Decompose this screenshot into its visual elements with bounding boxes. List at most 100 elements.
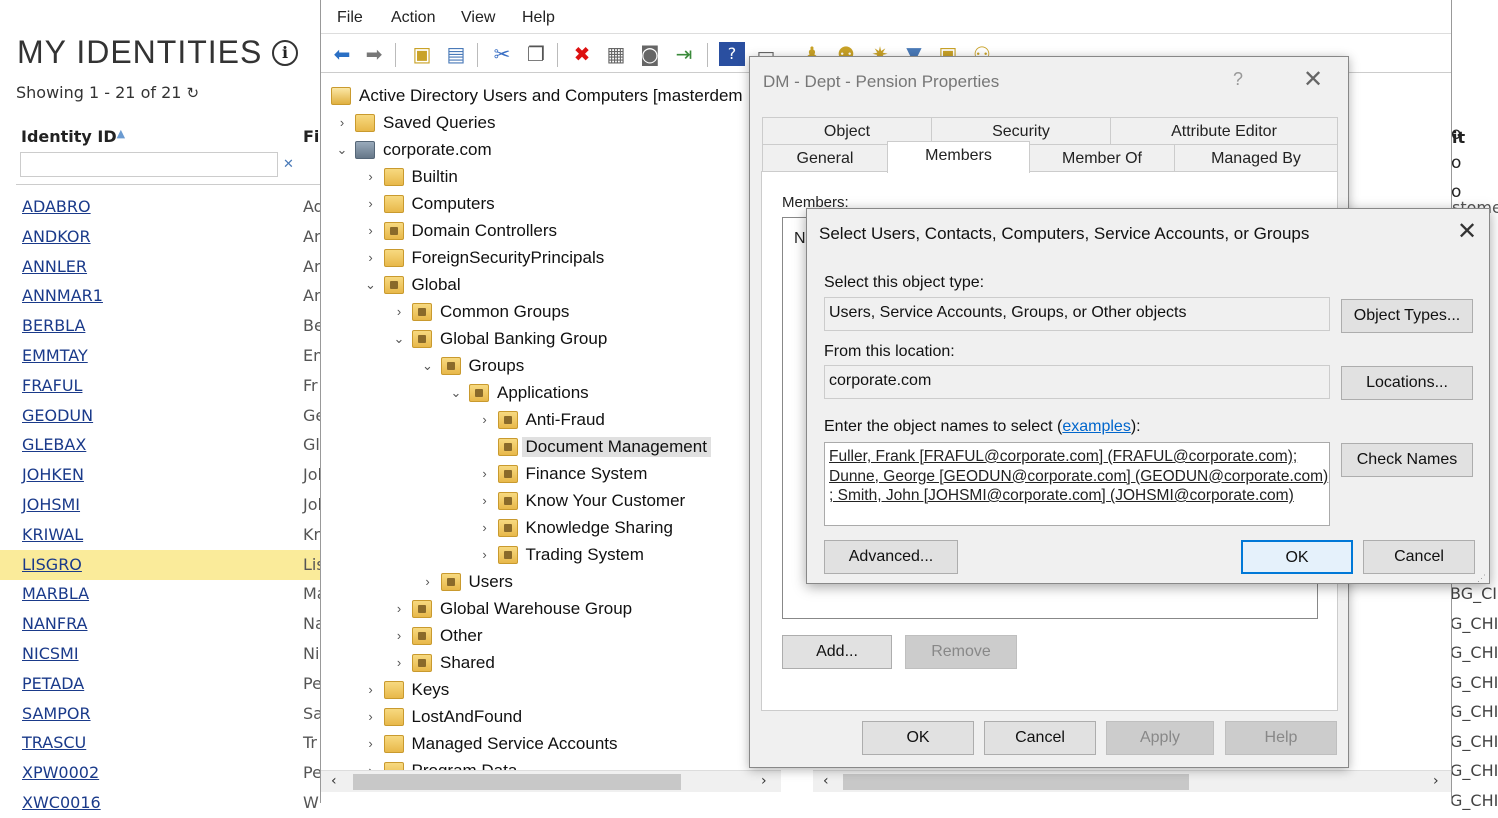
add-button[interactable]: Add... [782,635,892,669]
table-row[interactable]: KRIWAL Kr [0,520,330,550]
scroll-right-icon[interactable]: › [1433,773,1439,789]
chevron-right-icon[interactable]: › [335,115,349,130]
sort-icon[interactable]: ▲ [117,127,125,140]
refresh-icon[interactable]: ◙ [637,42,663,66]
table-row[interactable]: SAMPOR Sa [0,699,330,729]
table-row[interactable]: LISGRO Lis [0,549,330,580]
tab-attribute-editor[interactable]: Attribute Editor [1110,117,1338,145]
chevron-right-icon[interactable]: › [364,250,378,265]
scroll-thumb[interactable] [843,774,1189,790]
identity-id-link[interactable]: ANDKOR [22,227,91,246]
table-row[interactable]: JOHSMI Jol [0,490,330,520]
identity-id-link[interactable]: KRIWAL [22,525,83,544]
table-row[interactable]: ANNMAR1 An [0,281,330,311]
info-icon[interactable]: i [272,40,298,66]
examples-link[interactable]: examples [1062,418,1130,435]
identity-id-link[interactable]: FRAFUL [22,376,82,395]
table-row[interactable]: EMMTAY Em [0,341,330,371]
column-header-identity-id[interactable]: Identity ID▲ [21,127,125,146]
clear-filter-icon[interactable]: ✕ [283,157,294,172]
show-hide-tree-icon[interactable]: ▤ [443,42,469,66]
identity-id-link[interactable]: JOHKEN [22,465,84,484]
help-button[interactable]: Help [1225,721,1337,755]
table-row[interactable]: GEODUN Ge [0,401,330,431]
help-icon[interactable]: ? [719,42,745,66]
remove-button[interactable]: Remove [905,635,1017,669]
chevron-right-icon[interactable]: › [392,628,406,643]
tab-members[interactable]: Members [887,141,1030,173]
chevron-right-icon[interactable]: › [364,169,378,184]
identity-id-link[interactable]: BERBLA [22,316,85,335]
chevron-right-icon[interactable]: › [478,493,492,508]
table-row[interactable]: BERBLA Be [0,311,330,341]
identity-id-link[interactable]: SAMPOR [22,704,91,723]
identity-filter-input[interactable] [20,152,278,177]
table-row[interactable]: NICSMI Ni [0,639,330,669]
identity-id-link[interactable]: NICSMI [22,644,79,663]
chevron-down-icon[interactable]: ⌄ [421,358,435,374]
table-row[interactable]: MARBLA Ma [0,579,330,609]
table-row[interactable]: NANFRA Na [0,609,330,639]
chevron-right-icon[interactable]: › [364,682,378,697]
advanced-button[interactable]: Advanced... [824,540,958,574]
locations-button[interactable]: Locations... [1341,366,1473,400]
scroll-left-icon[interactable]: ‹ [331,773,337,789]
identity-id-link[interactable]: XPW0002 [22,763,99,782]
back-icon[interactable]: ⬅ [329,42,355,66]
chevron-right-icon[interactable]: › [392,601,406,616]
forward-icon[interactable]: ➡ [361,42,387,66]
scroll-thumb[interactable] [353,774,681,790]
tab-managed-by[interactable]: Managed By [1174,144,1338,172]
cut-icon[interactable]: ✂ [489,42,515,66]
copy-icon[interactable]: ❐ [523,42,549,66]
table-row[interactable]: ANDKOR An [0,222,330,252]
table-row[interactable]: XWC0016 W [0,788,330,818]
identity-id-link[interactable]: ANNLER [22,257,87,276]
menu-help[interactable]: Help [522,9,555,27]
details-horizontal-scrollbar[interactable]: ‹ › [813,770,1451,792]
tab-general[interactable]: General [762,144,888,172]
properties-icon[interactable]: ▦ [603,42,629,66]
refresh-icon[interactable]: ↻ [187,84,200,102]
chevron-right-icon[interactable]: › [364,196,378,211]
close-icon[interactable]: ✕ [1457,217,1477,246]
identity-id-link[interactable]: MARBLA [22,584,89,603]
menu-action[interactable]: Action [391,9,435,27]
menu-file[interactable]: File [337,9,363,27]
export-list-icon[interactable]: ⇥ [671,42,697,66]
delete-icon[interactable]: ✖ [569,42,595,66]
chevron-right-icon[interactable]: › [364,736,378,751]
table-row[interactable]: ADABRO Ad [0,192,330,222]
tree-horizontal-scrollbar[interactable]: ‹ › [321,770,781,792]
chevron-down-icon[interactable]: ⌄ [392,331,406,347]
menu-view[interactable]: View [461,9,495,27]
identity-id-link[interactable]: EMMTAY [22,346,88,365]
chevron-right-icon[interactable]: › [478,412,492,427]
apply-button[interactable]: Apply [1106,721,1214,755]
identity-id-link[interactable]: TRASCU [22,733,86,752]
scroll-right-icon[interactable]: › [761,773,767,789]
help-icon[interactable]: ? [1233,69,1243,90]
check-names-button[interactable]: Check Names [1341,443,1473,477]
chevron-right-icon[interactable]: › [392,304,406,319]
chevron-right-icon[interactable]: › [478,547,492,562]
ok-button[interactable]: OK [1241,540,1353,574]
ok-button[interactable]: OK [862,721,974,755]
chevron-right-icon[interactable]: › [364,223,378,238]
identity-id-link[interactable]: LISGRO [22,555,82,574]
identity-id-link[interactable]: ANNMAR1 [22,286,103,305]
chevron-right-icon[interactable]: › [478,466,492,481]
chevron-right-icon[interactable]: › [478,520,492,535]
up-folder-icon[interactable]: ▣ [409,42,435,66]
close-icon[interactable]: ✕ [1303,65,1323,94]
resize-grip-icon[interactable]: ⋰ [1477,573,1486,584]
identity-id-link[interactable]: JOHSMI [22,495,80,514]
table-row[interactable]: ANNLER An [0,252,330,282]
identity-id-link[interactable]: ADABRO [22,197,91,216]
identity-id-link[interactable]: PETADA [22,674,84,693]
identity-id-link[interactable]: GEODUN [22,406,93,425]
object-names-textarea[interactable]: Fuller, Frank [FRAFUL@corporate.com] (FR… [824,442,1330,526]
identity-id-link[interactable]: NANFRA [22,614,88,633]
table-row[interactable]: XPW0002 Pe [0,758,330,788]
table-row[interactable]: GLEBAX Gl [0,430,330,460]
